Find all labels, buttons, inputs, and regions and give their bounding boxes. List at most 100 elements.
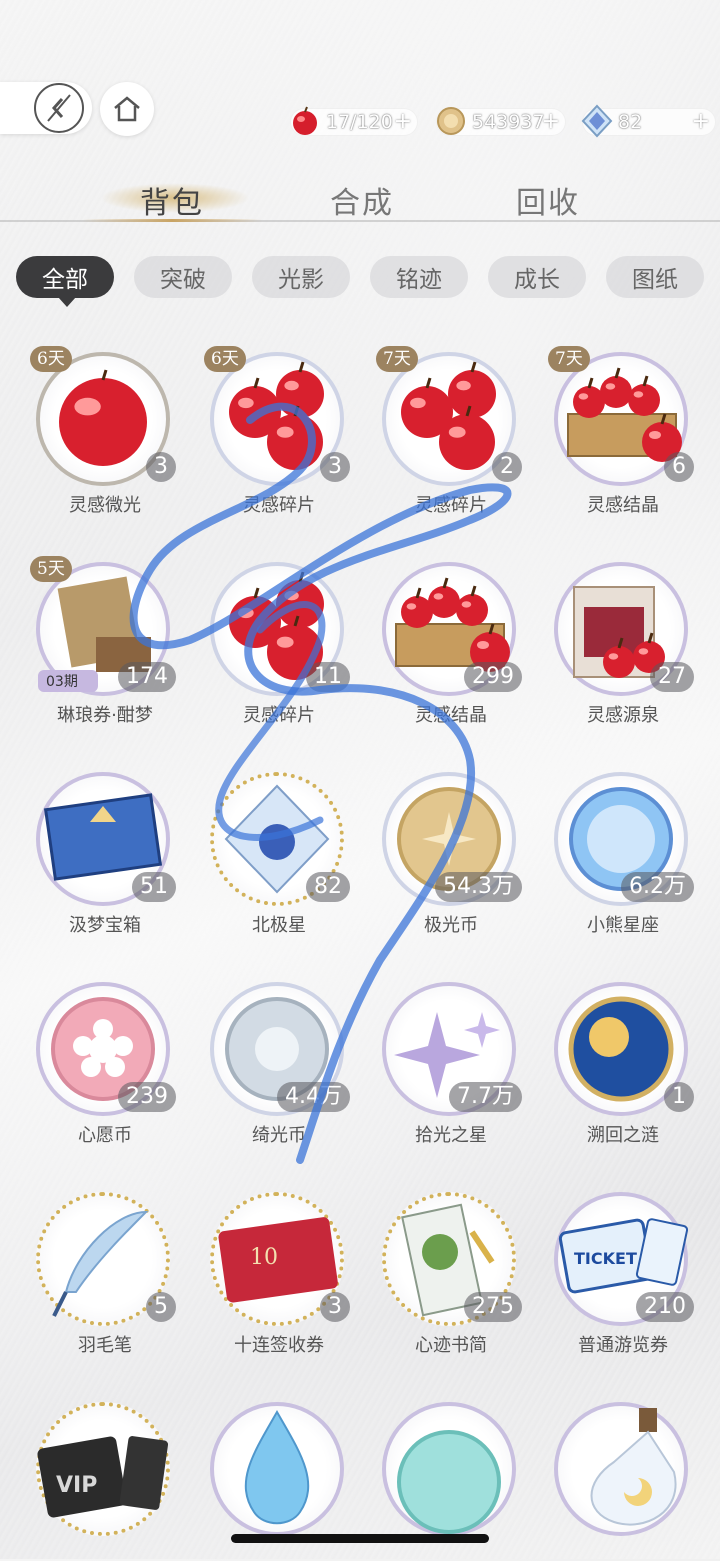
expiry-badge: 6天 (204, 346, 246, 372)
item-name: 极光币 (424, 915, 478, 936)
inventory-item[interactable]: 6天 3 灵感微光 (30, 346, 180, 516)
item-count: 299 (464, 662, 522, 692)
chip-pointer (58, 297, 76, 307)
inventory-item[interactable]: 82 北极星 (204, 766, 354, 936)
item-count: 51 (132, 872, 176, 902)
item-name: 琳琅券·酣梦 (57, 705, 153, 726)
expiry-badge: 5天 (30, 556, 72, 582)
item-name: 灵感源泉 (587, 705, 659, 726)
inventory-item[interactable]: VIP (30, 1396, 180, 1561)
inventory-item[interactable]: 6.2万小熊星座 (548, 766, 698, 936)
svg-text:03期: 03期 (46, 674, 78, 690)
svg-text:TICKET: TICKET (574, 1249, 637, 1268)
filter-light-shadow[interactable]: 光影 (252, 256, 350, 298)
plus-icon[interactable]: + (542, 111, 560, 133)
inventory-item[interactable]: 275 心迹书简 (376, 1186, 526, 1356)
item-count: 54.3万 (435, 872, 522, 902)
diamond-currency[interactable]: 82 + (581, 104, 716, 138)
item-count: 6.2万 (621, 872, 694, 902)
home-indicator[interactable] (231, 1534, 489, 1543)
item-count: 174 (118, 662, 176, 692)
item-name: 心迹书简 (415, 1335, 487, 1356)
item-count: 3 (146, 452, 176, 482)
plus-icon[interactable]: + (692, 111, 710, 133)
item-count: 275 (464, 1292, 522, 1322)
item-name: 灵感碎片 (243, 705, 315, 726)
coin-currency[interactable]: 543937 + (436, 107, 566, 136)
item-name: 汲梦宝箱 (69, 915, 141, 936)
item-name: 灵感碎片 (243, 495, 315, 516)
inventory-item[interactable]: 6天 3 灵感碎片 (204, 346, 354, 516)
item-count: 239 (118, 1082, 176, 1112)
inventory-item[interactable]: 1 溯回之涟 (548, 976, 698, 1146)
back-icon (34, 83, 84, 133)
item-count: 7.7万 (449, 1082, 522, 1112)
vip-ticket-icon: VIP (37, 1436, 169, 1518)
diamond-count: 82 (618, 111, 643, 133)
item-count: 82 (306, 872, 350, 902)
item-name: 灵感结晶 (415, 705, 487, 726)
tab-active-indicator (82, 219, 262, 222)
inventory-item[interactable]: 11 灵感碎片 (204, 556, 354, 726)
expiry-badge: 7天 (376, 346, 418, 372)
tab-backpack[interactable]: 背包 (140, 178, 204, 222)
item-name: 普通游览券 (578, 1335, 668, 1356)
inventory-item[interactable] (548, 1396, 698, 1561)
item-count: 27 (650, 662, 694, 692)
back-button[interactable] (0, 82, 92, 134)
item-count: 4.4万 (277, 1082, 350, 1112)
inventory-item[interactable]: 54.3万极光币 (376, 766, 526, 936)
item-count: 6 (664, 452, 694, 482)
filter-all[interactable]: 全部 (16, 256, 114, 298)
item-name: 心愿币 (78, 1125, 132, 1146)
item-count: 11 (306, 662, 350, 692)
filter-growth[interactable]: 成长 (488, 256, 586, 298)
inventory-item[interactable]: 7.7万拾光之星 (376, 976, 526, 1146)
inventory-item[interactable]: 239 心愿币 (30, 976, 180, 1146)
home-icon (114, 96, 140, 122)
tab-synthesis[interactable]: 合成 (330, 178, 394, 222)
filter-blueprint[interactable]: 图纸 (606, 256, 704, 298)
item-name: 北极星 (252, 915, 306, 936)
inventory-item[interactable]: 7天 2 灵感碎片 (376, 346, 526, 516)
inventory-item[interactable]: 299 灵感结晶 (376, 556, 526, 726)
expiry-badge: 6天 (30, 346, 72, 372)
inventory-item[interactable]: 4.4万绮光币 (204, 976, 354, 1146)
item-count: 3 (320, 1292, 350, 1322)
moon-bottle-icon (590, 1408, 677, 1526)
inventory-item[interactable]: 51 汲梦宝箱 (30, 766, 180, 936)
inventory-item[interactable]: 03期 5天 174 琳琅券·酣梦 (30, 556, 180, 726)
inventory-item[interactable]: 7天 6 灵感结晶 (548, 346, 698, 516)
apple-count: 17/120 (326, 111, 393, 133)
tab-recycle[interactable]: 回收 (516, 178, 580, 222)
expiry-badge: 7天 (548, 346, 590, 372)
item-count: 5 (146, 1292, 176, 1322)
filter-inscription[interactable]: 铭迹 (370, 256, 468, 298)
diamond-icon (581, 104, 613, 138)
item-name: 绮光币 (252, 1125, 306, 1146)
item-name: 小熊星座 (587, 915, 659, 936)
coin-count: 543937 (472, 111, 545, 133)
filter-breakthrough[interactable]: 突破 (134, 256, 232, 298)
item-count: 210 (636, 1292, 694, 1322)
apple-icon (293, 106, 317, 135)
item-name: 溯回之涟 (587, 1125, 659, 1146)
item-count: 1 (664, 1082, 694, 1112)
teal-coin-icon (397, 1430, 501, 1534)
item-count: 2 (492, 452, 522, 482)
item-name: 灵感微光 (69, 495, 141, 516)
item-name: 羽毛笔 (78, 1335, 132, 1356)
inventory-item[interactable]: 5 羽毛笔 (30, 1186, 180, 1356)
water-drop-icon (244, 1409, 310, 1525)
coin-icon (437, 107, 465, 135)
inventory-item[interactable]: 10 3 十连签收券 (204, 1186, 354, 1356)
inventory-item[interactable]: 27 灵感源泉 (548, 556, 698, 726)
plus-icon[interactable]: + (394, 111, 412, 133)
item-name: 十连签收券 (234, 1335, 324, 1356)
home-button[interactable] (100, 82, 154, 136)
apple-currency[interactable]: 17/120 + (290, 106, 418, 136)
item-name: 灵感结晶 (587, 495, 659, 516)
svg-text:VIP: VIP (56, 1473, 97, 1498)
item-name: 拾光之星 (415, 1125, 487, 1146)
inventory-item[interactable]: TICKET 210 普通游览券 (548, 1186, 698, 1356)
